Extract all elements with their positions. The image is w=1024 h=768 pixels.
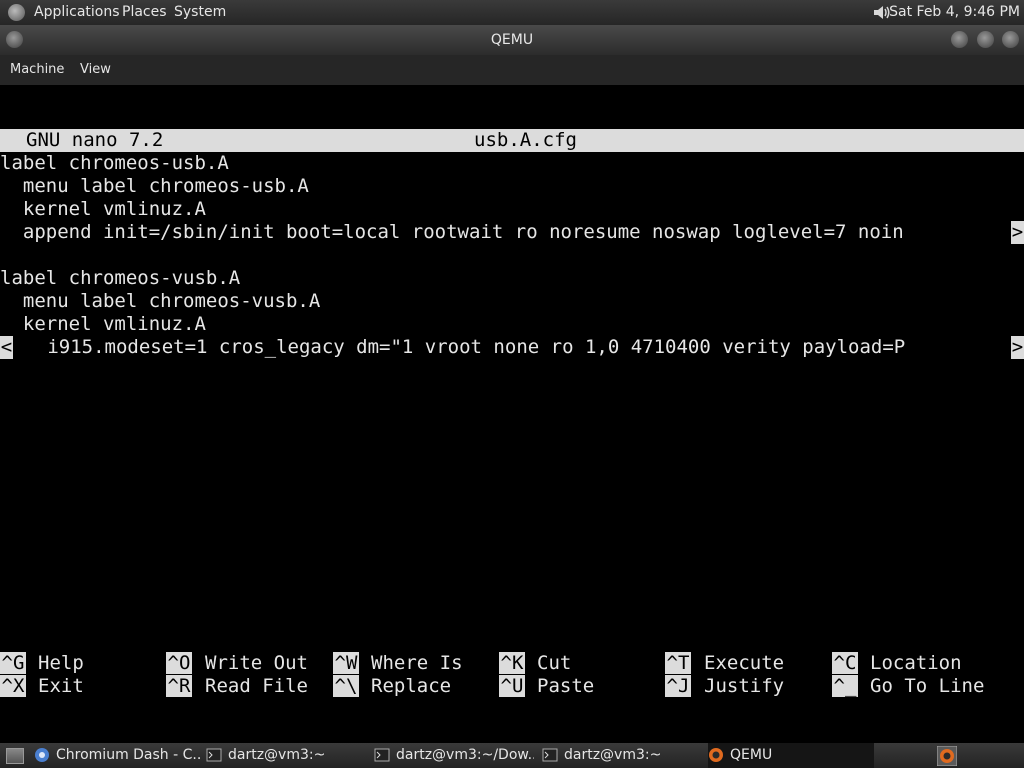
shortcut-key-replace: ^\ [333,675,359,697]
nano-version: GNU nano 7.2 [26,129,164,151]
shortcut-key-cut: ^K [499,652,525,674]
minimize-button[interactable] [951,31,968,48]
system-menu[interactable]: System [174,0,226,25]
window-title: QEMU [490,32,534,48]
shortcut-label-read-file: Read File [205,675,308,697]
taskbar: Chromium Dash - C... dartz@vm3:~ dartz@v… [0,743,1024,768]
qemu-icon [709,748,723,762]
shortcut-label-justify: Justify [704,675,785,697]
clock[interactable]: Sat Feb 4, 9:46 PM [889,0,1020,25]
top-panel: Applications Places System Sat Feb 4, 9:… [0,0,1024,25]
taskbar-item-chromium[interactable]: Chromium Dash - C... [34,743,200,768]
show-desktop-icon[interactable] [6,748,24,764]
shortcut-key-paste: ^U [499,675,525,697]
nano-title-bar: GNU nano 7.2 usb.A.cfg [0,129,1024,152]
maximize-button[interactable] [977,31,994,48]
places-menu[interactable]: Places [122,0,167,25]
terminal-icon [206,748,222,762]
editor-line[interactable]: menu label chromeos-usb.A [0,175,309,198]
shortcut-key-where-is: ^W [333,652,359,674]
shortcut-label-replace: Replace [371,675,452,697]
line-continues-right-marker: > [1011,336,1024,359]
taskbar-item-terminal[interactable]: dartz@vm3:~/Dow... [374,743,534,768]
gnome-logo-icon[interactable] [8,4,25,21]
line-continues-right-marker: > [1011,221,1024,244]
editor-line-current[interactable]: i915.modeset=1 cros_legacy dm="1 vroot n… [13,336,905,359]
taskbar-item-terminal[interactable]: dartz@vm3:~ [206,743,366,768]
nano-filename: usb.A.cfg [474,129,577,151]
shortcut-label-go-to-line: Go To Line [870,675,985,697]
shortcut-label-location: Location [870,652,962,674]
shortcut-key-help: ^G [0,652,26,674]
close-button[interactable] [1002,31,1019,48]
taskbar-item-terminal[interactable]: dartz@vm3:~ [542,743,702,768]
shortcut-label-write-out: Write Out [205,652,308,674]
shortcut-key-execute: ^T [665,652,691,674]
shortcut-label-cut: Cut [537,652,572,674]
taskbar-item-label: dartz@vm3:~ [564,747,662,763]
shortcut-key-read-file: ^R [166,675,192,697]
taskbar-item-label: Chromium Dash - C... [56,747,200,763]
taskbar-item-qemu[interactable]: QEMU [708,743,874,768]
shortcut-key-exit: ^X [0,675,26,697]
taskbar-item-label: dartz@vm3:~/Dow... [396,747,534,763]
editor-line[interactable]: kernel vmlinuz.A [0,198,206,221]
vm-display[interactable]: GNU nano 7.2 usb.A.cfg label chromeos-us… [0,85,1024,743]
terminal-icon [542,748,558,762]
line-continues-left-marker: < [0,336,13,359]
shortcut-key-write-out: ^O [166,652,192,674]
machine-menu[interactable]: Machine [10,55,64,85]
qemu-menubar: Machine View [0,55,1024,85]
editor-line[interactable]: label chromeos-vusb.A [0,267,240,290]
editor-line[interactable]: append init=/sbin/init boot=local rootwa… [0,221,904,244]
view-menu[interactable]: View [80,55,111,85]
shortcut-key-justify: ^J [665,675,691,697]
editor-line[interactable]: menu label chromeos-vusb.A [0,290,320,313]
shortcut-label-exit: Exit [38,675,84,697]
chromium-icon [35,748,49,762]
shortcut-label-paste: Paste [537,675,595,697]
taskbar-item-label: dartz@vm3:~ [228,747,326,763]
shortcut-key-location: ^C [832,652,858,674]
shortcut-key-go-to-line: ^_ [832,675,858,697]
workspace-switcher-qemu-icon[interactable] [937,746,957,766]
shortcut-label-where-is: Where Is [371,652,463,674]
editor-line[interactable]: label chromeos-usb.A [0,152,229,175]
shortcut-label-help: Help [38,652,84,674]
shortcut-label-execute: Execute [704,652,785,674]
taskbar-item-label: QEMU [730,747,773,763]
window-titlebar[interactable]: QEMU [0,25,1024,55]
editor-line[interactable]: kernel vmlinuz.A [0,313,206,336]
terminal-icon [374,748,390,762]
applications-menu[interactable]: Applications [34,0,120,25]
